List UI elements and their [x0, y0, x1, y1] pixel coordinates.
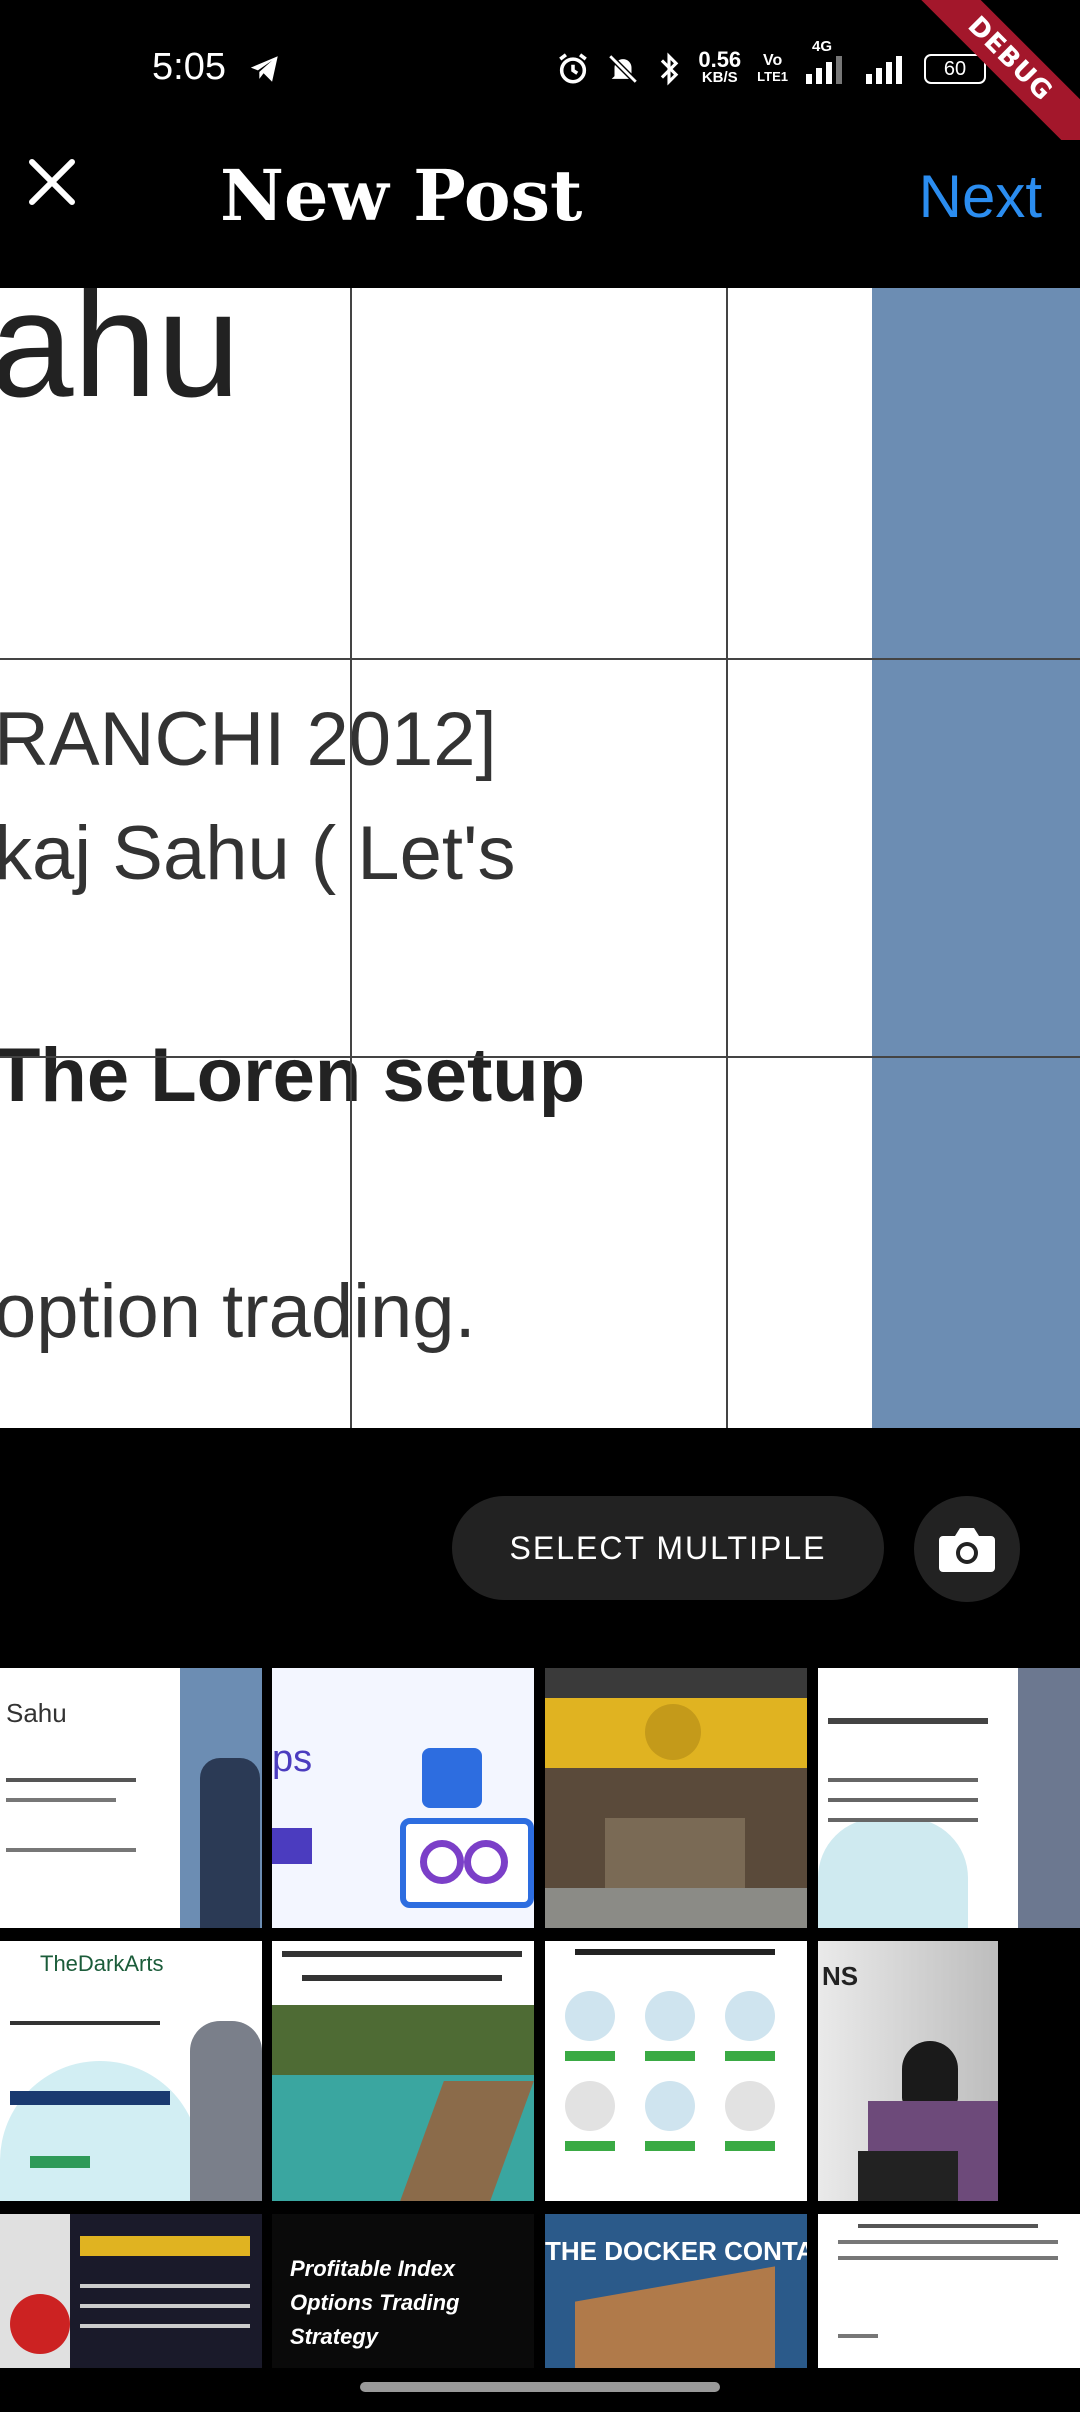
gallery-thumbnail[interactable]	[818, 1668, 1080, 1928]
network-type: 4G	[812, 38, 833, 55]
alarm-icon	[559, 53, 588, 84]
signal-4g-icon	[806, 56, 842, 84]
preview-blue-panel	[872, 288, 1080, 1428]
network-speed: 0.56 KB/S	[698, 47, 742, 87]
network-speed-unit: KB/S	[701, 69, 738, 86]
preview-text-line-3: kaj Sahu ( Let's	[0, 811, 516, 896]
thumb-caption: NS	[822, 1961, 859, 1991]
close-icon[interactable]	[22, 152, 82, 212]
gallery-grid: Sahu ps TheDarkArts NS Profitable Index …	[0, 1668, 1080, 2368]
thumb-caption: Sahu	[6, 1698, 67, 1728]
gallery-thumbnail[interactable]: NS	[818, 1941, 1080, 2201]
preview-text-line-1: ahu	[0, 288, 241, 428]
app-header: New Post Next	[0, 140, 1080, 288]
status-icons: 0.56 KB/S Vo LTE1 4G 60	[556, 38, 1020, 94]
network-speed-value: 0.56	[698, 47, 742, 72]
gallery-thumbnail[interactable]	[818, 2214, 1080, 2368]
bluetooth-icon	[661, 52, 679, 86]
gallery-thumbnail[interactable]	[545, 1668, 807, 1928]
thumb-caption: Profitable Index Options Trading Strateg…	[290, 2256, 460, 2349]
gallery-thumbnail[interactable]: TheDarkArts	[0, 1941, 262, 2201]
gallery-thumbnail[interactable]: THE DOCKER CONTAINER	[545, 2214, 807, 2368]
status-bar: 5:05 0.56 KB/S Vo LTE1 4G 60 DEBUG	[0, 0, 1080, 152]
crop-grid-line	[726, 288, 728, 1428]
battery-icon: 60	[924, 54, 986, 84]
telegram-icon	[250, 56, 278, 82]
thumb-caption: TheDarkArts	[40, 1951, 164, 1976]
preview-text-line-5: option trading.	[0, 1269, 476, 1354]
crop-grid-line	[0, 658, 1080, 660]
volte-bottom: LTE1	[757, 69, 788, 84]
gallery-thumbnail[interactable]: Sahu	[0, 1668, 262, 1928]
signal-4g: 4G	[804, 38, 848, 86]
volte-indicator: Vo LTE1	[757, 53, 788, 85]
thumb-caption: ps	[272, 1738, 313, 1780]
gallery-thumbnail[interactable]: Profitable Index Options Trading Strateg…	[272, 2214, 534, 2368]
home-indicator[interactable]	[360, 2382, 720, 2392]
select-multiple-button[interactable]: SELECT MULTIPLE	[452, 1496, 884, 1600]
next-button[interactable]: Next	[919, 162, 1042, 231]
preview-text-line-4: The Loren setup	[0, 1033, 586, 1118]
battery-level: 60	[943, 57, 967, 80]
thumb-caption: THE DOCKER CONTAINER	[545, 2236, 807, 2266]
image-preview[interactable]: ahu RANCHI 2012] kaj Sahu ( Let's The Lo…	[0, 288, 1080, 1428]
crop-grid-line	[0, 1056, 1080, 1058]
camera-button[interactable]	[914, 1496, 1020, 1602]
camera-icon	[939, 1528, 995, 1572]
mute-bell-icon	[608, 54, 639, 84]
volte-top: Vo	[762, 52, 783, 69]
gallery-thumbnail[interactable]	[0, 2214, 262, 2368]
gallery-thumbnail[interactable]: ps	[272, 1668, 534, 1928]
preview-text-line-2: RANCHI 2012]	[0, 697, 497, 782]
gallery-thumbnail[interactable]	[272, 1941, 534, 2201]
play-icon[interactable]	[930, 2366, 964, 2368]
status-time: 5:05	[152, 46, 226, 88]
page-title: New Post	[220, 154, 583, 237]
signal-icon	[866, 56, 902, 84]
crop-grid-line	[350, 288, 352, 1428]
gallery-thumbnail[interactable]	[545, 1941, 807, 2201]
picker-controls: SELECT MULTIPLE	[0, 1428, 1080, 1668]
